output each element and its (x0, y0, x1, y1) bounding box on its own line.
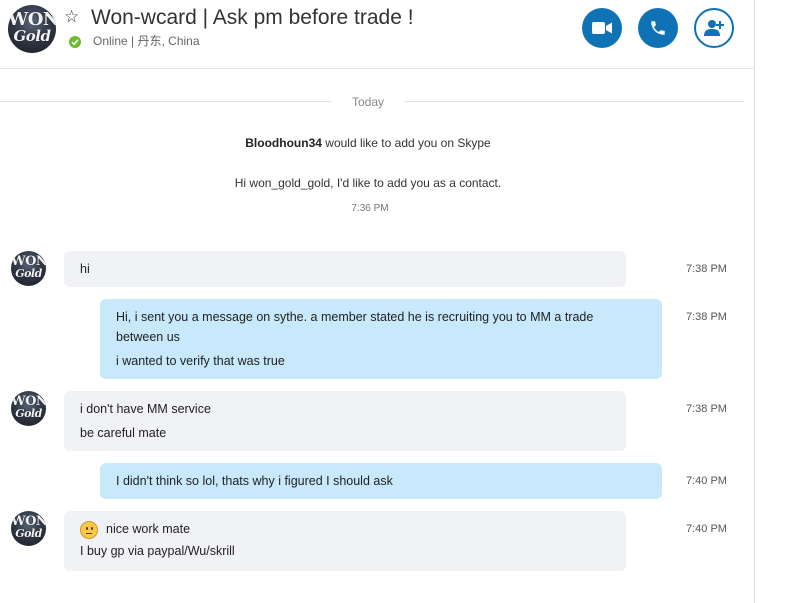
message-bubble-incoming[interactable]: hi (64, 251, 626, 287)
message-time: 7:40 PM (686, 523, 727, 535)
avatar-logo-bottom: Gold (15, 267, 42, 280)
message-text: I buy gp via paypal/Wu/skrill (80, 544, 235, 558)
message-time: 7:38 PM (686, 311, 727, 323)
video-call-button[interactable] (582, 8, 622, 48)
video-camera-icon (592, 22, 612, 34)
status-separator: | (131, 34, 135, 48)
side-panel (755, 0, 808, 603)
avatar-logo-bottom: Gold (15, 527, 42, 540)
avatar-logo-bottom: Gold (15, 407, 42, 420)
online-status-icon (69, 36, 81, 48)
request-text: would like to add you on Skype (321, 136, 491, 150)
favorite-star-icon[interactable]: ☆ (64, 8, 82, 26)
contact-request-time: 7:36 PM (351, 203, 389, 214)
add-contact-icon (704, 20, 724, 36)
message-bubble-incoming[interactable]: nice work mate I buy gp via paypal/Wu/sk… (64, 511, 626, 571)
avatar-logo-bottom: Gold (13, 27, 51, 45)
contact-status-line: Online | 丹东, China (93, 33, 200, 49)
sender-avatar[interactable]: WON Gold (11, 511, 46, 546)
message-bubble-incoming[interactable]: i don't have MM service be careful mate (64, 391, 626, 451)
day-separator-line-left (0, 101, 331, 102)
status-text: Online (93, 34, 128, 48)
message-time: 7:38 PM (686, 263, 727, 275)
message-line: nice work mate (80, 519, 610, 539)
contact-request-message: Hi won_gold_gold, I'd like to add you as… (234, 176, 502, 190)
conversation-pane: WON Gold ☆ Won-wcard | Ask pm before tra… (0, 0, 754, 603)
message-text: i don't have MM service (80, 402, 211, 416)
message-bubble-outgoing[interactable]: I didn't think so lol, thats why i figur… (100, 463, 662, 499)
audio-call-button[interactable] (638, 8, 678, 48)
contact-request-notice: Bloodhoun34 would like to add you on Sky… (0, 136, 736, 150)
day-separator-label: Today (351, 95, 385, 109)
message-time: 7:38 PM (686, 403, 727, 415)
sender-avatar[interactable]: WON Gold (11, 251, 46, 286)
conversation-header: WON Gold ☆ Won-wcard | Ask pm before tra… (0, 0, 754, 69)
contact-avatar[interactable]: WON Gold (8, 5, 56, 53)
sender-avatar[interactable]: WON Gold (11, 391, 46, 426)
message-text: hi (80, 262, 90, 276)
message-text: Hi, i sent you a message on sythe. a mem… (116, 310, 594, 324)
message-text: nice work mate (106, 522, 191, 536)
phone-icon (651, 21, 665, 35)
message-text: I didn't think so lol, thats why i figur… (116, 474, 393, 488)
add-people-button[interactable] (694, 8, 734, 48)
requester-name[interactable]: Bloodhoun34 (245, 136, 322, 150)
message-time: 7:40 PM (686, 475, 727, 487)
smiley-icon[interactable] (80, 520, 98, 539)
message-text: between us (116, 330, 180, 344)
contact-location: 丹东, China (137, 34, 200, 48)
message-bubble-outgoing[interactable]: Hi, i sent you a message on sythe. a mem… (100, 299, 662, 379)
contact-name[interactable]: Won-wcard | Ask pm before trade ! (91, 4, 414, 32)
message-text: be careful mate (80, 426, 167, 440)
day-separator-line-right (405, 101, 744, 102)
message-text: i wanted to verify that was true (116, 354, 285, 368)
